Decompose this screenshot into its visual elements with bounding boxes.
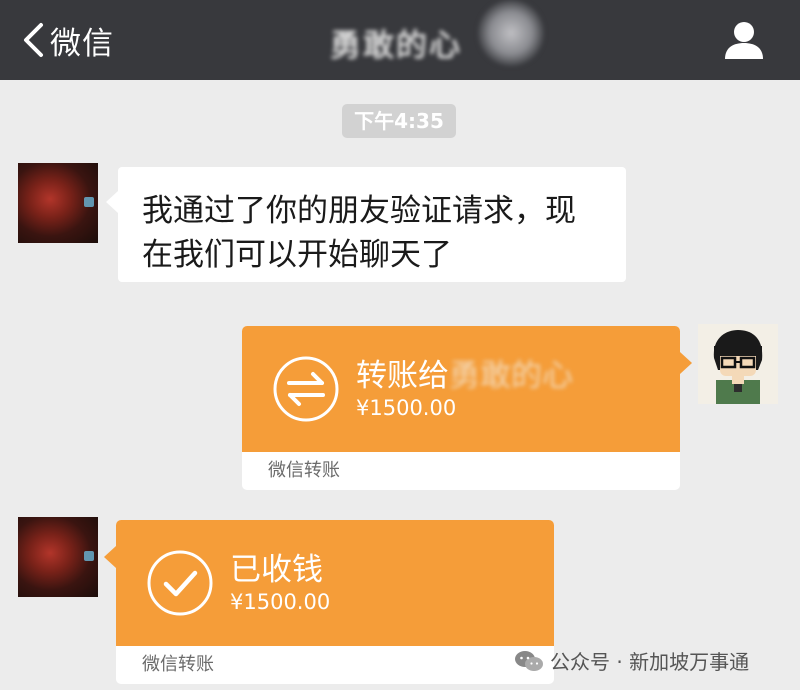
watermark-text: 公众号 · 新加坡万事通	[550, 650, 750, 674]
transfer-recipient: 勇敢的心	[449, 358, 573, 394]
back-label: 微信	[50, 25, 114, 62]
transfer-amount: ¥1500.00	[356, 396, 457, 420]
friend-text-bubble[interactable]: 我通过了你的朋友验证请求，现在我们可以开始聊天了	[106, 167, 626, 282]
profile-button[interactable]	[722, 20, 766, 60]
chat-title: 勇敢的心	[330, 28, 462, 64]
timestamp-badge: 下午4:35	[342, 104, 456, 138]
transfer-arrows-icon	[273, 356, 339, 422]
top-bar: 微信 勇敢的心	[0, 0, 800, 80]
my-avatar[interactable]	[698, 324, 778, 404]
transfer-title: 转账给勇敢的心	[356, 350, 573, 395]
watermark: 公众号 · 新加坡万事通	[514, 646, 749, 675]
checkmark-circle-icon	[147, 550, 213, 616]
friend-avatar[interactable]	[18, 163, 98, 243]
transfer-card[interactable]: 转账给勇敢的心 ¥1500.00 微信转账	[242, 326, 692, 490]
received-footer: 微信转账	[142, 654, 214, 675]
blur-spot	[478, 0, 544, 66]
friend-avatar-2[interactable]	[18, 517, 98, 597]
chevron-left-icon	[24, 23, 43, 57]
transfer-title-prefix: 转账给	[356, 358, 449, 394]
back-button[interactable]: 微信	[22, 18, 114, 62]
avatar-face-icon	[698, 324, 778, 404]
received-amount: ¥1500.00	[230, 590, 331, 614]
friend-message-text: 我通过了你的朋友验证请求，现在我们可以开始聊天了	[142, 193, 576, 273]
person-icon	[725, 22, 763, 59]
received-title: 已收钱	[230, 552, 323, 588]
received-card[interactable]: 已收钱 ¥1500.00 微信转账	[104, 520, 554, 684]
wechat-logo-icon	[515, 650, 543, 671]
chat-screen: 微信 勇敢的心 下午4:35 我通过了你的朋友验证请求，现在我们可以开始聊天了	[0, 0, 800, 690]
transfer-card-body: 转账给勇敢的心 ¥1500.00	[242, 326, 692, 452]
received-card-body: 已收钱 ¥1500.00	[104, 520, 554, 646]
transfer-footer: 微信转账	[268, 460, 340, 481]
